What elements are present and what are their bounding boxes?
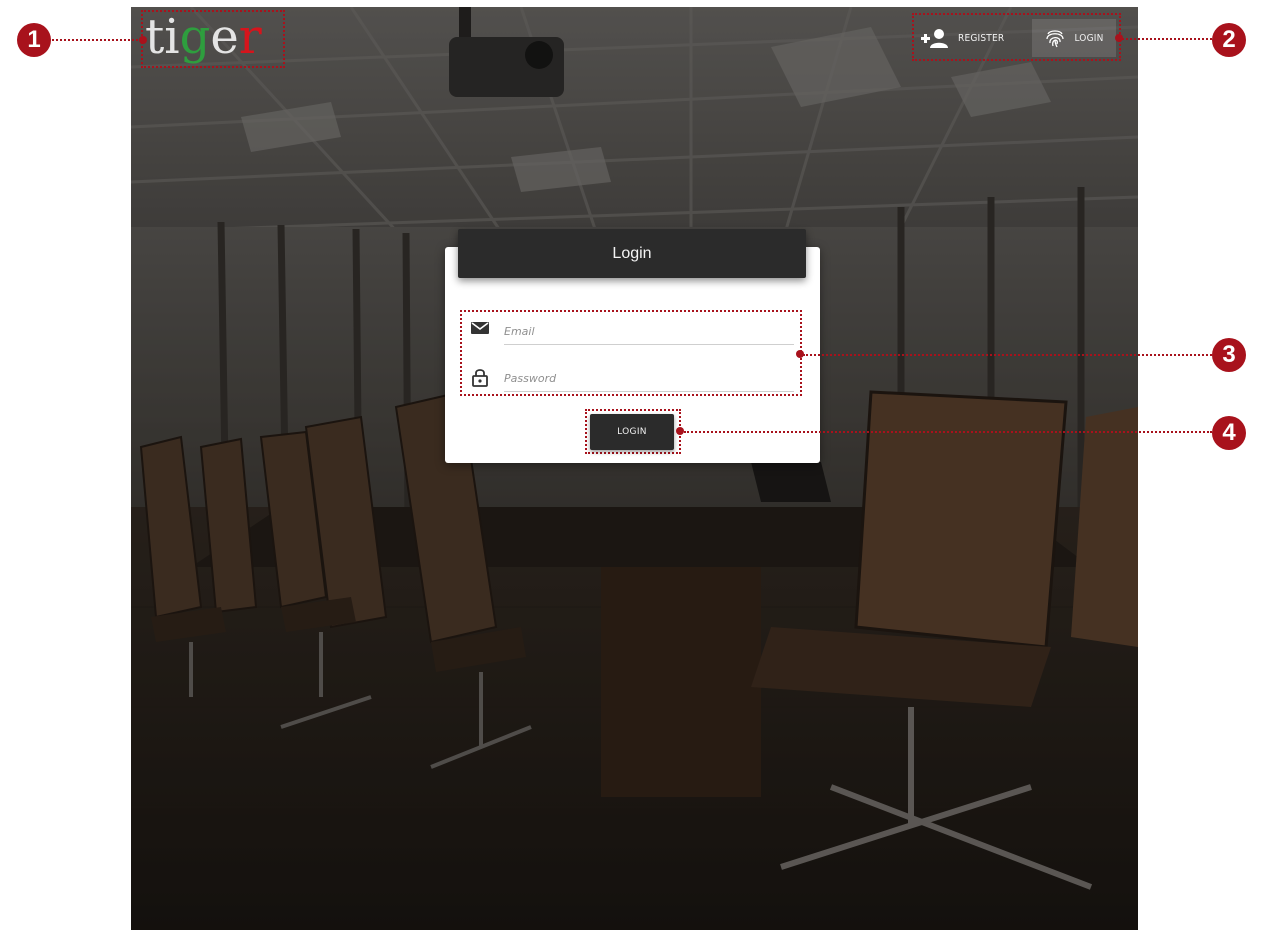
logo-letter: i (164, 9, 180, 65)
callout-leader-4 (684, 431, 1212, 433)
password-input[interactable] (504, 365, 794, 392)
callout-marker-1: 1 (17, 23, 51, 57)
login-submit-button[interactable]: LOGIN (590, 414, 674, 450)
login-nav-label: LOGIN (1074, 32, 1104, 44)
add-user-icon (921, 29, 948, 48)
logo-letter: g (179, 9, 211, 65)
lock-icon (472, 369, 488, 387)
conference-room-illustration (131, 7, 1138, 930)
logo-letter: r (238, 9, 262, 65)
page: tiger REGISTER LOGIN Login Email LOGIN 1… (0, 0, 1264, 930)
logo-letter: t (145, 9, 165, 65)
email-field-row (470, 316, 796, 348)
callout-dot-1 (139, 36, 147, 44)
fingerprint-icon (1046, 30, 1065, 48)
top-navigation: REGISTER LOGIN (912, 13, 1121, 61)
password-field-row (470, 363, 796, 395)
background-image (131, 7, 1138, 930)
callout-leader-3 (803, 354, 1212, 356)
login-card-title: Login (458, 229, 806, 278)
callout-leader-2 (1122, 38, 1212, 40)
credential-fields (460, 310, 802, 396)
email-input[interactable] (504, 318, 794, 345)
login-nav-button[interactable]: LOGIN (1032, 19, 1116, 57)
login-submit-outline: LOGIN (585, 409, 681, 454)
callout-dot-4 (676, 427, 684, 435)
callout-marker-3: 3 (1212, 338, 1246, 372)
register-label: REGISTER (958, 32, 1005, 44)
callout-marker-4: 4 (1212, 416, 1246, 450)
callout-leader-1 (52, 39, 142, 41)
mail-icon (471, 322, 489, 334)
register-button[interactable]: REGISTER (920, 19, 1020, 57)
tiger-logo[interactable]: tiger (141, 10, 285, 68)
callout-dot-2 (1115, 34, 1123, 42)
logo-letter: e (210, 9, 239, 65)
callout-marker-2: 2 (1212, 23, 1246, 57)
callout-dot-3 (796, 350, 804, 358)
